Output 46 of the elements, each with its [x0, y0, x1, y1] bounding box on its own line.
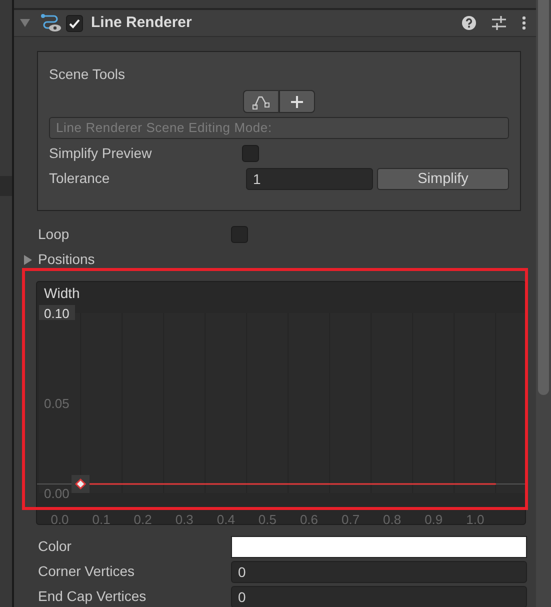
edit-points-button[interactable] — [243, 90, 279, 113]
curve-line[interactable] — [72, 475, 496, 493]
chart-title: Width — [44, 285, 80, 301]
foldout-arrow-icon[interactable] — [20, 19, 30, 27]
simplify-preview-checkbox[interactable] — [242, 145, 259, 162]
field-label: Color — [38, 537, 72, 556]
help-icon[interactable] — [462, 16, 476, 30]
field-label: Corner Vertices — [38, 562, 136, 581]
curve-points-icon — [252, 94, 270, 110]
line-renderer-icon — [40, 13, 62, 33]
section-title: Scene Tools — [49, 65, 126, 84]
y-axis-label: 0.05 — [44, 396, 70, 411]
loop-checkbox[interactable] — [231, 226, 248, 243]
x-axis-label: 0.6 — [300, 512, 318, 526]
x-axis-label: 1.0 — [466, 512, 484, 526]
y-axis-label: 0.10 — [44, 306, 70, 321]
foldout-arrow-icon[interactable] — [24, 254, 32, 264]
foldout-label[interactable]: Positions — [38, 249, 95, 270]
field-label: Simplify Preview — [49, 144, 153, 163]
component-title: Line Renderer — [91, 12, 192, 33]
x-axis-label: 0.8 — [383, 512, 402, 526]
x-axis-label: 0.4 — [216, 512, 235, 526]
settings-icon[interactable] — [492, 16, 506, 30]
scrollbar[interactable] — [536, 0, 551, 607]
number-field[interactable]: 0 — [231, 560, 527, 582]
color-field[interactable] — [231, 536, 527, 558]
field-label: End Cap Vertices — [38, 587, 148, 606]
field-label: Tolerance — [49, 169, 111, 188]
more-options-icon[interactable] — [522, 16, 526, 30]
y-axis-label: 0.00 — [44, 486, 70, 501]
x-axis-label: 0.2 — [134, 512, 152, 526]
x-axis-label: 0.3 — [175, 512, 194, 526]
tolerance-field[interactable]: 1 — [246, 168, 373, 190]
enable-checkbox[interactable] — [66, 14, 83, 32]
x-axis-label: 0.1 — [92, 512, 110, 526]
add-point-button[interactable] — [279, 90, 315, 113]
plus-icon — [288, 94, 306, 110]
x-axis-label: 0.9 — [424, 512, 443, 526]
simplify-button[interactable]: Simplify — [377, 168, 509, 190]
field-label: Loop — [38, 225, 70, 244]
number-field[interactable]: 0 — [231, 586, 527, 607]
x-axis-label: 0.7 — [342, 512, 360, 526]
scrollbar-thumb[interactable] — [538, 0, 549, 395]
x-axis-label: 0.0 — [50, 512, 69, 526]
field-fragment[interactable] — [0, 176, 12, 196]
x-axis-label: 0.5 — [258, 512, 276, 526]
